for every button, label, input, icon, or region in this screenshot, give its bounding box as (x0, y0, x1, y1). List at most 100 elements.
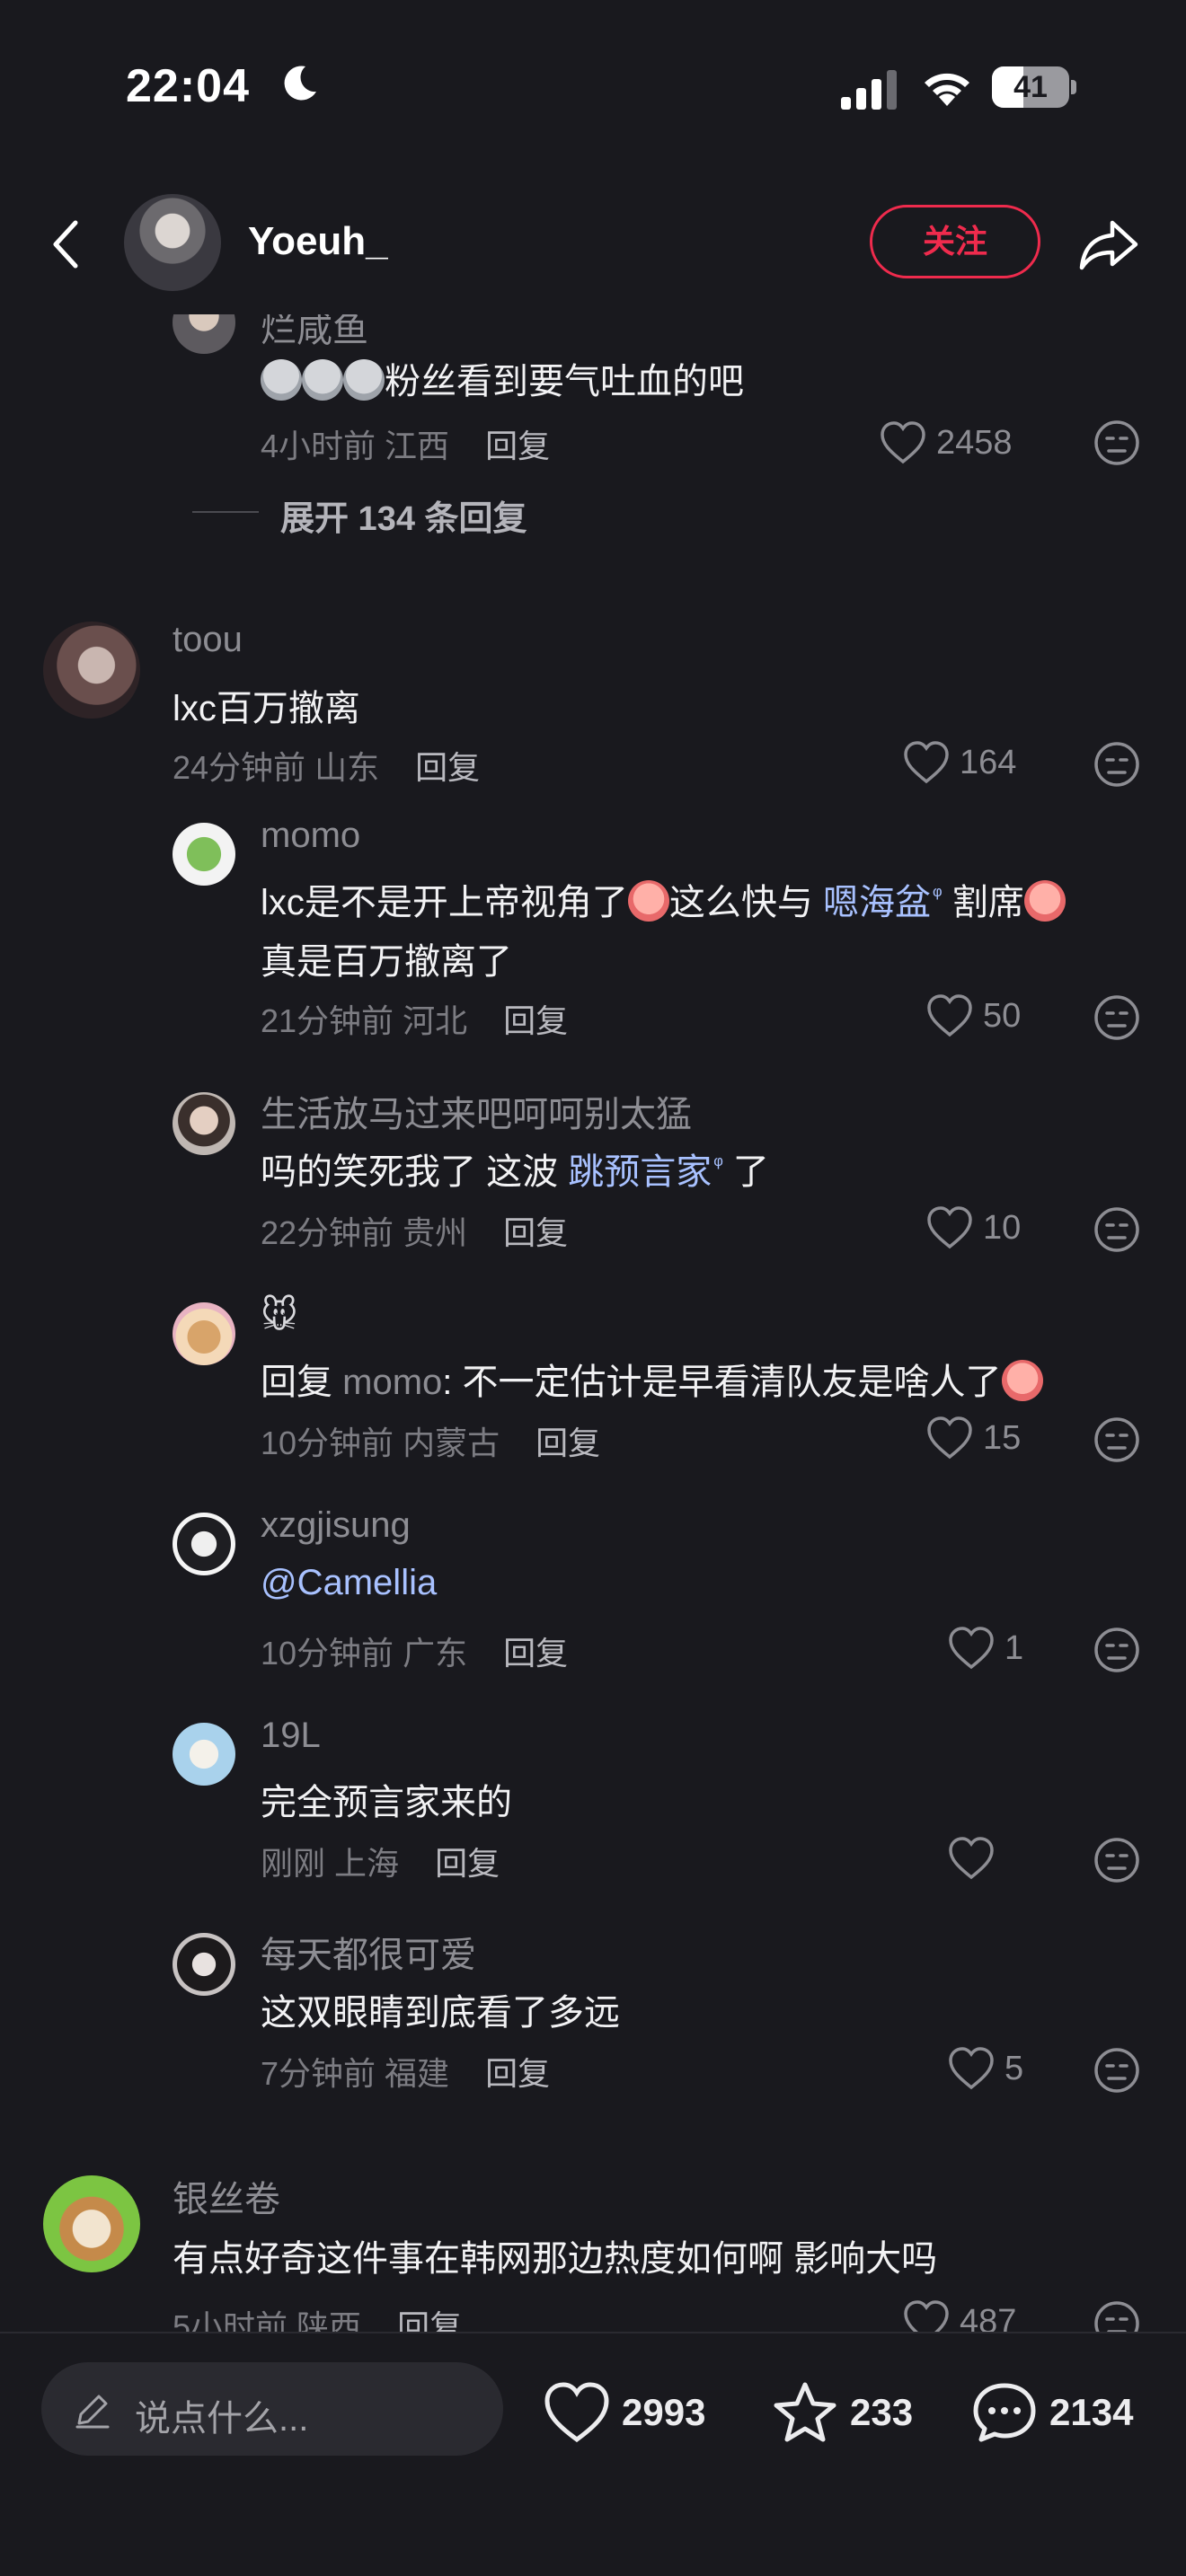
comment-meta: 7分钟前 福建 回复 (261, 2048, 550, 2095)
comment-time: 10分钟前 (261, 1425, 394, 1461)
comment-text: 这双眼睛到底看了多远 (261, 1993, 620, 2033)
like-button[interactable]: 5 (947, 2046, 1023, 2091)
comment-username[interactable]: xzgjisung (261, 1505, 411, 1546)
comment-time: 5小时前 (173, 2308, 288, 2332)
comment-text: 回复 momo: 不一定估计是早看清队友是啥人了 (261, 1353, 1043, 1405)
comment-meta: 10分钟前 广东 回复 (261, 1628, 568, 1674)
comment-location: 山东 (314, 749, 380, 786)
avatar[interactable] (173, 823, 235, 886)
pencil-icon (75, 2395, 110, 2429)
comment-time: 22分钟前 (261, 1214, 394, 1251)
expand-replies-button[interactable]: 展开 134 条回复 (280, 490, 527, 540)
comment-text: 粉丝看到要气吐血的吧 (261, 352, 744, 404)
avatar[interactable] (173, 314, 235, 354)
comment-input[interactable]: 说点什么... (41, 2362, 503, 2456)
dislike-face-icon[interactable] (1093, 740, 1141, 789)
reply-button[interactable]: 回复 (503, 1002, 568, 1039)
dislike-face-icon[interactable] (1093, 1836, 1141, 1884)
like-button[interactable]: 487 (902, 2299, 1016, 2332)
post-like-button[interactable]: 2993 (543, 2380, 705, 2445)
dislike-face-icon[interactable] (1093, 2046, 1141, 2095)
back-arrow-icon[interactable] (45, 216, 90, 273)
reply-button[interactable]: 回复 (397, 2308, 462, 2332)
like-button[interactable]: 15 (925, 1416, 1021, 1460)
follow-button[interactable]: 关注 (870, 205, 1040, 278)
avatar[interactable] (43, 622, 140, 719)
comment-text: 完全预言家来的 (261, 1783, 512, 1822)
like-count: 1 (1005, 1628, 1024, 1667)
comment-location: 江西 (385, 428, 450, 464)
crying-emoji-icon (1023, 880, 1066, 922)
comment-username[interactable]: 每天都很可爱 (261, 1926, 476, 1978)
status-time: 22:04 (126, 60, 250, 112)
like-button[interactable]: 2458 (879, 420, 1013, 465)
like-count: 164 (960, 743, 1017, 781)
heart-icon (927, 994, 972, 1037)
search-icon: ᵠ (713, 1151, 723, 1177)
comment-text: @Camellia (261, 1563, 437, 1603)
comment-text: lxc百万撤离 (173, 689, 360, 728)
avatar[interactable] (43, 2175, 140, 2272)
author-name[interactable]: Yoeuh_ (248, 219, 388, 264)
battery-level: 41 (1013, 70, 1048, 104)
comment-username[interactable]: 烂咸鱼 (261, 314, 368, 352)
dislike-face-icon[interactable] (1093, 1416, 1141, 1464)
post-comment-button[interactable]: 2134 (970, 2380, 1133, 2445)
dislike-face-icon[interactable] (1093, 1205, 1141, 1254)
avatar[interactable] (173, 1723, 235, 1786)
comment-text: 吗的笑死我了 这波 跳预言家ᵠ 了 (261, 1151, 769, 1192)
search-link[interactable]: 跳预言家 (568, 1152, 712, 1192)
like-button[interactable]: 1 (947, 1626, 1023, 1671)
sweat-emoji-icon (302, 359, 343, 401)
post-like-count: 2993 (622, 2391, 706, 2433)
comment-text-line2: 真是百万撤离了 (261, 942, 512, 982)
like-count: 2458 (936, 423, 1013, 462)
comment-meta: 10分钟前 内蒙古 回复 (261, 1417, 600, 1464)
dislike-face-icon[interactable] (1093, 2299, 1141, 2332)
like-count: 5 (1005, 2049, 1024, 2087)
comment-input-placeholder: 说点什么... (135, 2399, 309, 2439)
reply-button[interactable]: 回复 (535, 1425, 600, 1461)
moon-icon (284, 66, 316, 101)
dislike-face-icon[interactable] (1093, 1626, 1141, 1674)
reply-button[interactable]: 回复 (485, 2055, 550, 2092)
comment-location: 福建 (385, 2055, 450, 2092)
search-link[interactable]: 嗯海盆 (823, 883, 931, 922)
reply-to-username[interactable]: momo (342, 1363, 442, 1402)
heart-icon (949, 1837, 994, 1880)
like-button[interactable]: 10 (925, 1205, 1021, 1250)
comment-meta: 刚刚 上海 回复 (261, 1838, 500, 1884)
avatar[interactable] (173, 1302, 235, 1365)
share-icon[interactable] (1075, 210, 1143, 278)
like-button[interactable]: 164 (902, 740, 1016, 785)
comment-username[interactable]: 🐭 (261, 1295, 298, 1337)
heart-icon (927, 1416, 972, 1460)
like-button[interactable]: 50 (925, 993, 1021, 1038)
post-comment-count: 2134 (1049, 2391, 1134, 2433)
comment-username[interactable]: toou (173, 620, 243, 660)
comment-username[interactable]: 19L (261, 1716, 321, 1756)
dislike-face-icon[interactable] (1093, 993, 1141, 1042)
comment-username[interactable]: momo (261, 816, 360, 856)
reply-button[interactable]: 回复 (435, 1845, 500, 1882)
reply-button[interactable]: 回复 (415, 749, 480, 786)
author-avatar[interactable] (124, 194, 221, 291)
dislike-face-icon[interactable] (1093, 419, 1141, 467)
reply-button[interactable]: 回复 (503, 1214, 568, 1251)
comment-time: 24分钟前 (173, 749, 306, 786)
avatar[interactable] (173, 1513, 235, 1575)
avatar[interactable] (173, 1092, 235, 1155)
mention-link[interactable]: @Camellia (261, 1563, 437, 1602)
comment-username[interactable]: 银丝卷 (173, 2170, 280, 2222)
reply-button[interactable]: 回复 (485, 428, 550, 464)
avatar[interactable] (173, 1933, 235, 1996)
bottom-bar: 说点什么... 2993 233 2134 (0, 2332, 1186, 2576)
heart-icon (544, 2382, 609, 2443)
header: Yoeuh_ 关注 (0, 171, 1186, 314)
comment-meta: 24分钟前 山东 回复 (173, 742, 480, 789)
comment-username[interactable]: 生活放马过来吧呵呵别太猛 (261, 1085, 692, 1137)
heart-icon (881, 421, 925, 464)
post-favorite-button[interactable]: 233 (771, 2380, 913, 2445)
reply-button[interactable]: 回复 (503, 1635, 568, 1672)
like-button[interactable] (947, 1836, 1022, 1881)
